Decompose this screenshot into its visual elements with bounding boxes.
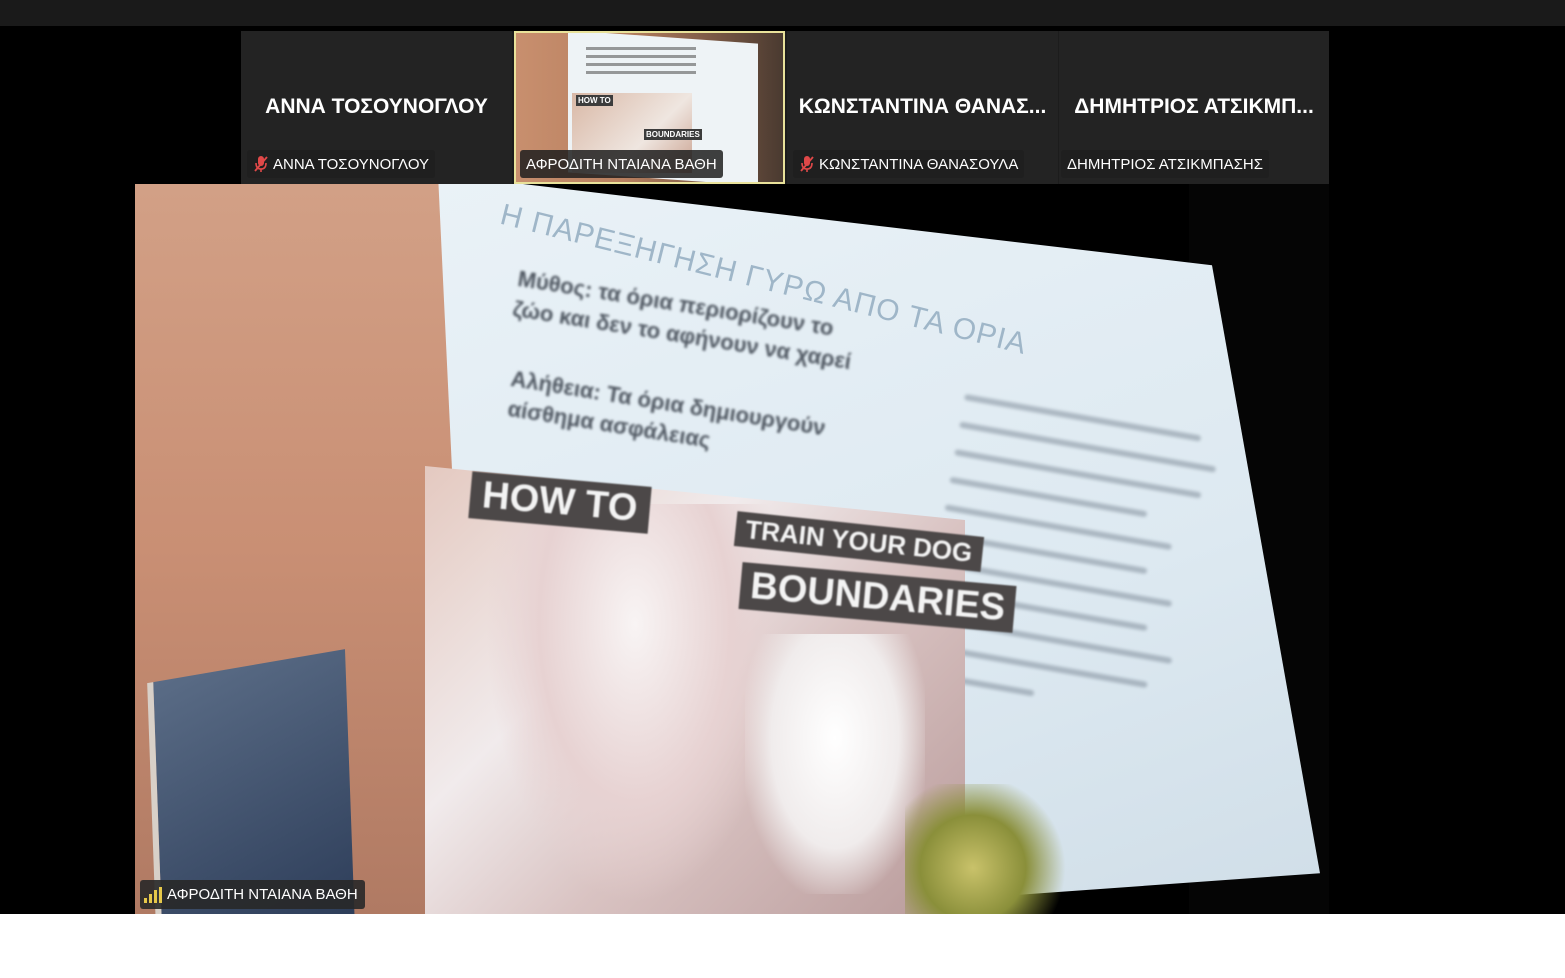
main-speaker-label: ΑΦΡΟΔΙΤΗ ΝΤΑΙΑΝΑ ΒΑΘΗ	[167, 886, 358, 903]
slide-image-dog	[745, 634, 925, 894]
thumbnail-boundaries: BOUNDARIES	[644, 129, 702, 140]
thumbnail-how-to: HOW TO	[576, 95, 613, 106]
participant-display-name: ΑΝΝΑ ΤΟΣΟΥΝΟΓΛΟΥ	[265, 95, 488, 118]
participant-tag-label: ΑΦΡΟΔΙΤΗ ΝΤΑΙΑΝΑ ΒΑΘΗ	[526, 155, 717, 173]
participant-name-tag: ΑΦΡΟΔΙΤΗ ΝΤΑΙΑΝΑ ΒΑΘΗ	[520, 150, 723, 178]
participant-name-tag: ΔΗΜΗΤΡΙΟΣ ΑΤΣΙΚΜΠΑΣΗΣ	[1061, 150, 1270, 178]
participant-tile-afroditi[interactable]: HOW TO BOUNDARIES ΑΦΡΟΔΙΤΗ ΝΤΑΙΑΝΑ ΒΑΘΗ	[514, 31, 785, 184]
thumbnail-slide-text	[586, 47, 696, 79]
main-speaker-video[interactable]: Η ΠΑΡΕΞΗΓΗΣΗ ΓΥΡΩ ΑΠΟ ΤΑ ΟΡΙΑ Μύθος: τα …	[135, 184, 1329, 914]
participant-name-tag: ΑΝΝΑ ΤΟΣΟΥΝΟΓΛΟΥ	[247, 150, 436, 178]
participant-display-name: ΚΩΝΣΤΑΝΤΙΝΑ ΘΑΝΑΣ...	[798, 95, 1047, 118]
laptop	[147, 649, 355, 914]
participant-tag-label: ΑΝΝΑ ΤΟΣΟΥΝΟΓΛΟΥ	[273, 155, 430, 173]
participant-tile-dimitrios[interactable]: ΔΗΜΗΤΡΙΟΣ ΑΤΣΙΚΜΠ... ΔΗΜΗΤΡΙΟΣ ΑΤΣΙΚΜΠΑΣ…	[1059, 31, 1329, 184]
participant-name-tag: ΚΩΝΣΤΑΝΤΙΝΑ ΘΑΝΑΣΟΥΛΑ	[793, 150, 1025, 178]
signal-strength-icon	[144, 886, 162, 903]
participant-tile-anna[interactable]: ΑΝΝΑ ΤΟΣΟΥΝΟΓΛΟΥ ΑΝΝΑ ΤΟΣΟΥΝΟΓΛΟΥ	[241, 31, 512, 184]
top-bar	[0, 0, 1565, 26]
participant-display-name: ΔΗΜΗΤΡΙΟΣ ΑΤΣΙΚΜΠ...	[1074, 95, 1314, 118]
participant-tile-konstantina[interactable]: ΚΩΝΣΤΑΝΤΙΝΑ ΘΑΝΑΣ... ΚΩΝΣΤΑΝΤΙΝΑ ΘΑΝΑΣΟΥ…	[787, 31, 1058, 184]
slide-image-person	[485, 504, 785, 904]
participant-tag-label: ΚΩΝΣΤΑΝΤΙΝΑ ΘΑΝΑΣΟΥΛΑ	[819, 155, 1019, 173]
main-speaker-name-tag: ΑΦΡΟΔΙΤΗ ΝΤΑΙΑΝΑ ΒΑΘΗ	[140, 880, 365, 909]
mic-muted-icon	[254, 156, 268, 172]
mic-muted-icon	[800, 156, 814, 172]
participant-tag-label: ΔΗΜΗΤΡΙΟΣ ΑΤΣΙΚΜΠΑΣΗΣ	[1067, 155, 1264, 173]
plant	[905, 784, 1075, 914]
